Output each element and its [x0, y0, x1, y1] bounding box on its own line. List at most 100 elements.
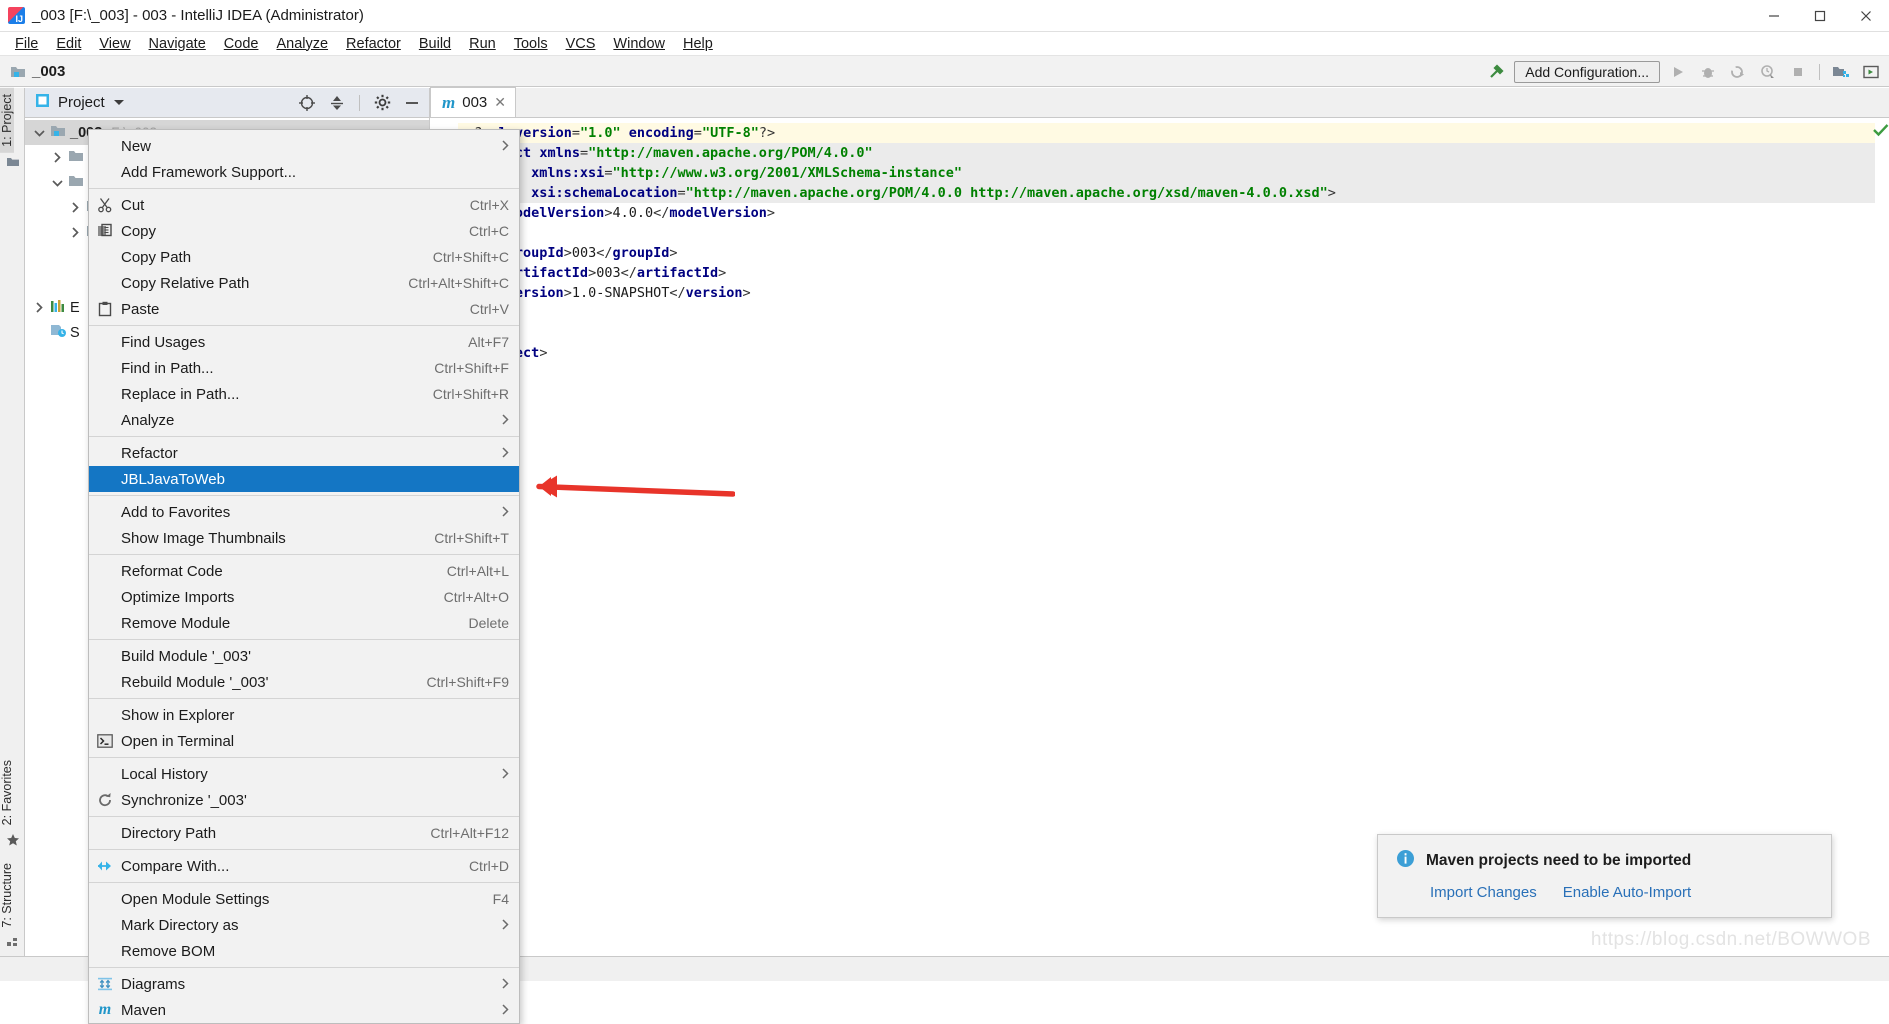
- menu-item-shortcut: Ctrl+Shift+C: [432, 249, 509, 265]
- menu-edit[interactable]: Edit: [47, 34, 90, 54]
- chevron-down-icon[interactable]: [49, 179, 65, 187]
- hammer-icon[interactable]: [1484, 60, 1508, 84]
- code-line: <?xml version="1.0" encoding="UTF-8"?>: [458, 123, 1875, 143]
- menu-vcs[interactable]: VCS: [557, 34, 605, 54]
- tree-row-label: S: [70, 324, 80, 341]
- menu-item-reformat-code[interactable]: Reformat Code Ctrl+Alt+L: [89, 558, 519, 584]
- project-folder-icon: [0, 153, 25, 171]
- run-icon[interactable]: [1666, 60, 1690, 84]
- inspection-gutter[interactable]: [1873, 118, 1889, 956]
- sidebar-item-project[interactable]: 1: Project: [0, 88, 14, 153]
- menu-item-copy-relative-path[interactable]: Copy Relative Path Ctrl+Alt+Shift+C: [89, 270, 519, 296]
- menu-item-find-in-path[interactable]: Find in Path... Ctrl+Shift+F: [89, 355, 519, 381]
- menu-item-add-framework-support[interactable]: Add Framework Support...: [89, 159, 519, 185]
- project-structure-icon[interactable]: [1829, 60, 1853, 84]
- menu-item-shortcut: Ctrl+Shift+R: [432, 386, 509, 402]
- chevron-right-icon[interactable]: [49, 152, 65, 163]
- menu-item-show-in-explorer[interactable]: Show in Explorer: [89, 702, 519, 728]
- menu-item-open-in-terminal[interactable]: Open in Terminal: [89, 728, 519, 754]
- menu-item-shortcut: Ctrl+C: [468, 223, 509, 239]
- menu-item-paste[interactable]: Paste Ctrl+V: [89, 296, 519, 322]
- chevron-right-icon[interactable]: [31, 302, 47, 313]
- menu-separator: [89, 757, 519, 758]
- menu-item-diagrams[interactable]: Diagrams: [89, 971, 519, 997]
- menu-window[interactable]: Window: [604, 34, 674, 54]
- menu-item-jbljavatoweb[interactable]: JBLJavaToWeb: [89, 466, 519, 492]
- profile-icon[interactable]: [1756, 60, 1780, 84]
- hide-minus-icon[interactable]: [401, 92, 423, 114]
- menu-tools[interactable]: Tools: [505, 34, 557, 54]
- menu-item-add-to-favorites[interactable]: Add to Favorites: [89, 499, 519, 525]
- menu-item-new[interactable]: New: [89, 133, 519, 159]
- menu-item-label: Add Framework Support...: [121, 163, 297, 181]
- project-panel-header: Project: [25, 88, 429, 118]
- menu-item-maven[interactable]: m Maven: [89, 997, 519, 1023]
- menu-item-copy[interactable]: Copy Ctrl+C: [89, 218, 519, 244]
- scratches-icon: [50, 323, 67, 342]
- menu-file[interactable]: File: [6, 34, 47, 54]
- menu-code[interactable]: Code: [215, 34, 268, 54]
- import-changes-link[interactable]: Import Changes: [1430, 884, 1537, 901]
- updates-icon[interactable]: [1859, 60, 1883, 84]
- maximize-icon[interactable]: [1797, 0, 1843, 32]
- menu-item-directory-path[interactable]: Directory Path Ctrl+Alt+F12: [89, 820, 519, 846]
- menu-item-local-history[interactable]: Local History: [89, 761, 519, 787]
- menu-item-analyze[interactable]: Analyze: [89, 407, 519, 433]
- compare-icon: [89, 859, 121, 873]
- menu-item-show-image-thumbnails[interactable]: Show Image Thumbnails Ctrl+Shift+T: [89, 525, 519, 551]
- menu-separator: [89, 816, 519, 817]
- chevron-right-icon[interactable]: [67, 227, 83, 238]
- menu-separator: [89, 554, 519, 555]
- menu-item-find-usages[interactable]: Find Usages Alt+F7: [89, 329, 519, 355]
- debug-icon[interactable]: [1696, 60, 1720, 84]
- enable-auto-import-link[interactable]: Enable Auto-Import: [1563, 884, 1691, 901]
- menu-item-copy-path[interactable]: Copy Path Ctrl+Shift+C: [89, 244, 519, 270]
- menu-build[interactable]: Build: [410, 34, 460, 54]
- chevron-right-icon[interactable]: [67, 202, 83, 213]
- menu-help[interactable]: Help: [674, 34, 722, 54]
- menu-navigate[interactable]: Navigate: [140, 34, 215, 54]
- gear-icon[interactable]: [371, 92, 393, 114]
- navigation-bar: _003 Add Configuration...: [0, 56, 1889, 87]
- menu-run[interactable]: Run: [460, 34, 505, 54]
- stop-icon[interactable]: [1786, 60, 1810, 84]
- breadcrumb[interactable]: _003: [10, 63, 65, 80]
- menu-item-label: Compare With...: [121, 857, 230, 875]
- context-menu[interactable]: New Add Framework Support... Cut Ctrl+X Copy…: [88, 129, 520, 1024]
- menu-item-remove-module[interactable]: Remove Module Delete: [89, 610, 519, 636]
- menu-separator: [89, 882, 519, 883]
- run-configuration-selector[interactable]: Add Configuration...: [1514, 60, 1660, 83]
- menu-item-cut[interactable]: Cut Ctrl+X: [89, 192, 519, 218]
- close-icon[interactable]: ✕: [494, 94, 506, 111]
- menu-item-build-module-003[interactable]: Build Module '_003': [89, 643, 519, 669]
- close-icon[interactable]: [1843, 0, 1889, 32]
- menu-item-refactor[interactable]: Refactor: [89, 440, 519, 466]
- menu-view[interactable]: View: [90, 34, 139, 54]
- menu-item-label: JBLJavaToWeb: [121, 470, 225, 488]
- menu-item-synchronize-003[interactable]: Synchronize '_003': [89, 787, 519, 813]
- run-with-coverage-icon[interactable]: [1726, 60, 1750, 84]
- scissors-icon: [89, 197, 121, 213]
- menu-item-rebuild-module-003[interactable]: Rebuild Module '_003' Ctrl+Shift+F9: [89, 669, 519, 695]
- menu-item-compare-with[interactable]: Compare With... Ctrl+D: [89, 853, 519, 879]
- locate-target-icon[interactable]: [296, 92, 318, 114]
- collapse-all-icon[interactable]: [326, 92, 348, 114]
- menu-separator: [89, 325, 519, 326]
- code-content[interactable]: <?xml version="1.0" encoding="UTF-8"?> <…: [458, 118, 1875, 956]
- minimize-icon[interactable]: [1751, 0, 1797, 32]
- folder-icon: [68, 148, 85, 167]
- menu-analyze[interactable]: Analyze: [267, 34, 337, 54]
- sidebar-item-favorites[interactable]: 2: Favorites: [0, 754, 14, 831]
- menu-item-replace-in-path[interactable]: Replace in Path... Ctrl+Shift+R: [89, 381, 519, 407]
- sidebar-item-structure[interactable]: 7: Structure: [0, 857, 14, 934]
- menu-item-optimize-imports[interactable]: Optimize Imports Ctrl+Alt+O: [89, 584, 519, 610]
- menu-item-open-module-settings[interactable]: Open Module Settings F4: [89, 886, 519, 912]
- chevron-down-icon[interactable]: [113, 94, 125, 111]
- menu-refactor[interactable]: Refactor: [337, 34, 410, 54]
- menu-item-remove-bom[interactable]: Remove BOM: [89, 938, 519, 964]
- window-controls: [1751, 0, 1889, 32]
- menu-item-mark-directory-as[interactable]: Mark Directory as: [89, 912, 519, 938]
- tab-pom-003[interactable]: m 003 ✕: [430, 87, 516, 117]
- chevron-down-icon[interactable]: [31, 129, 47, 137]
- chevron-right-icon: [501, 413, 509, 428]
